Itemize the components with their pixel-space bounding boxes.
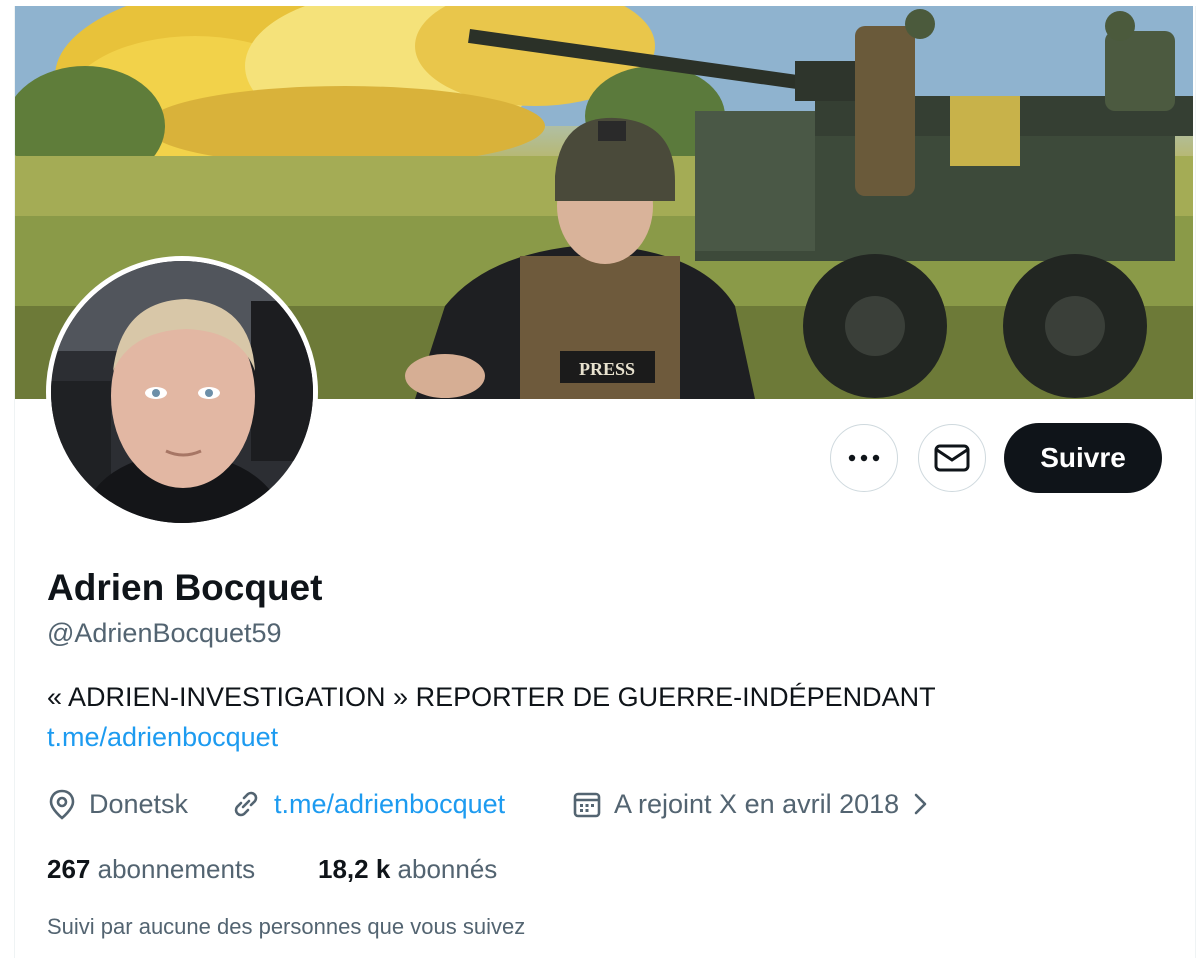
link-icon	[234, 791, 258, 817]
followers-stat[interactable]: 18,2 k abonnés	[318, 854, 497, 885]
followed-by-text: Suivi par aucune des personnes que vous …	[47, 914, 526, 939]
profile-handle: @AdrienBocquet59	[47, 618, 282, 648]
followers-label: abonnés	[397, 854, 498, 884]
message-button[interactable]	[918, 424, 986, 492]
website-link[interactable]: t.me/adrienbocquet	[274, 789, 505, 820]
follow-button[interactable]: Suivre	[1004, 423, 1162, 493]
profile-joined: A rejoint X en avril 2018	[572, 785, 933, 823]
more-icon	[848, 454, 880, 462]
calendar-icon	[573, 792, 601, 818]
profile-name: Adrien Bocquet	[47, 567, 323, 608]
envelope-icon	[934, 444, 970, 472]
avatar-image	[51, 261, 313, 523]
joined-text: A rejoint X en avril 2018	[614, 788, 900, 819]
bio-link[interactable]: t.me/adrienbocquet	[47, 722, 278, 753]
followers-count: 18,2 k	[318, 854, 391, 884]
profile-location: Donetsk	[47, 785, 188, 823]
press-patch: PRESS	[579, 359, 635, 379]
profile-bio: « ADRIEN-INVESTIGATION » REPORTER DE GUE…	[47, 682, 936, 712]
following-stat[interactable]: 267 abonnements	[47, 854, 255, 885]
more-options-button[interactable]	[830, 424, 898, 492]
profile-avatar[interactable]	[46, 256, 318, 528]
following-label: abonnements	[97, 854, 256, 884]
location-text: Donetsk	[89, 788, 189, 819]
profile-website[interactable]: t.me/adrienbocquet	[230, 785, 505, 823]
chevron-right-icon[interactable]	[909, 790, 933, 818]
location-pin-icon	[49, 789, 75, 820]
following-count: 267	[47, 854, 91, 884]
